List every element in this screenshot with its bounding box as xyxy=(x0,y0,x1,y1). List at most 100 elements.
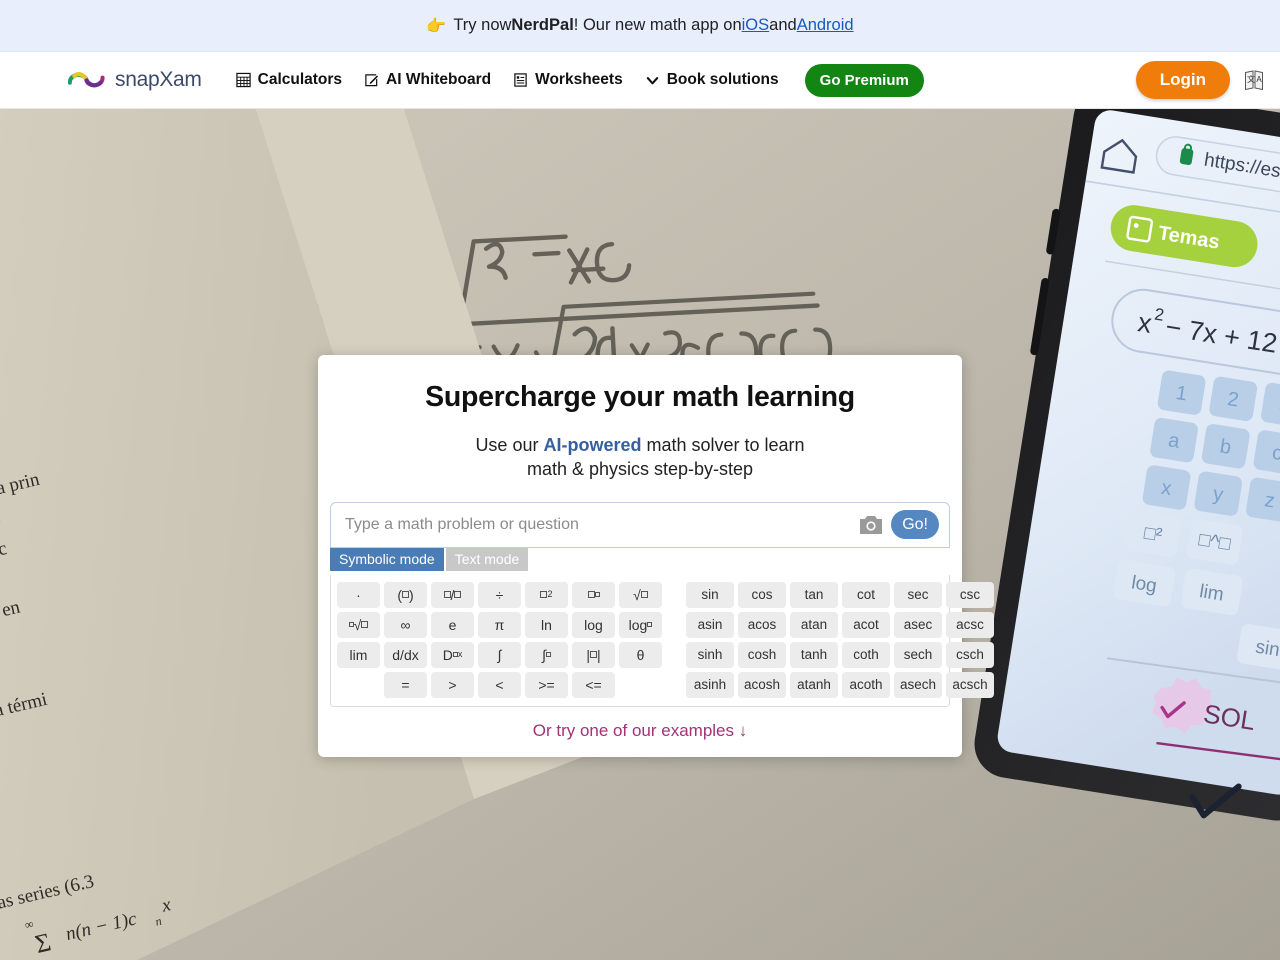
key-tanh[interactable]: tanh xyxy=(790,641,838,668)
key-square[interactable]: 2 xyxy=(525,581,568,608)
down-arrow-icon: ↓ xyxy=(738,720,748,740)
key-csch[interactable]: csch xyxy=(946,641,994,668)
key-sech[interactable]: sech xyxy=(894,641,942,668)
promo-text-before: Try now xyxy=(453,16,512,34)
brand-logo-link[interactable]: snapXam xyxy=(68,67,202,93)
nav-item-calculators[interactable]: Calculators xyxy=(235,71,342,89)
key-tan[interactable]: tan xyxy=(790,581,838,608)
key-acsch[interactable]: acsch xyxy=(946,671,994,698)
page-title: Supercharge your math learning xyxy=(425,381,855,413)
examples-link[interactable]: Or try one of our examples ↓ xyxy=(318,721,962,741)
key-cos[interactable]: cos xyxy=(738,581,786,608)
key-less-than[interactable]: < xyxy=(478,671,521,698)
promo-ios-link[interactable]: iOS xyxy=(742,16,770,35)
key-atanh[interactable]: atanh xyxy=(790,671,838,698)
translate-language-icon[interactable]: 文 A xyxy=(1244,69,1264,91)
key-sqrt[interactable]: √ xyxy=(619,581,662,608)
nav-item-worksheets[interactable]: Worksheets xyxy=(513,71,623,89)
key-fraction[interactable]: / xyxy=(431,581,474,608)
nav-right-group: Login 文 A xyxy=(1135,61,1264,99)
key-sin[interactable]: sin xyxy=(686,581,734,608)
examples-label: Or try one of our examples xyxy=(532,720,735,740)
key-nth-root[interactable]: √ xyxy=(337,611,380,638)
key-spacer xyxy=(619,672,662,698)
key-infinity[interactable]: ∞ xyxy=(384,611,427,638)
promo-brand: NerdPal xyxy=(511,16,574,34)
go-button[interactable]: Go! xyxy=(891,509,939,540)
promo-text-middle: ! Our new math app on xyxy=(573,16,742,34)
key-parentheses[interactable]: () xyxy=(384,581,427,608)
key-definite-integral[interactable]: ∫ xyxy=(525,641,568,668)
hero-section: emplo 6.6 mine la solución en s lución. … xyxy=(0,109,1280,960)
key-greater-equal[interactable]: >= xyxy=(525,671,568,698)
key-coth[interactable]: coth xyxy=(842,641,890,668)
keyboard-row: sin cos tan cot sec csc xyxy=(686,581,994,608)
chevron-down-icon xyxy=(646,77,658,85)
search-input[interactable] xyxy=(345,515,861,534)
key-less-equal[interactable]: <= xyxy=(572,671,615,698)
pencil-square-icon xyxy=(365,74,379,87)
key-lim[interactable]: lim xyxy=(337,641,380,668)
go-premium-button[interactable]: Go Premium xyxy=(804,63,924,97)
key-csc[interactable]: csc xyxy=(946,581,994,608)
key-pi[interactable]: π xyxy=(478,611,521,638)
key-log[interactable]: log xyxy=(572,611,615,638)
key-atan[interactable]: atan xyxy=(790,611,838,638)
key-asec[interactable]: asec xyxy=(894,611,942,638)
page-subtitle: Use our AI-powered math solver to learn … xyxy=(318,434,962,482)
mode-tabs: Symbolic mode Text mode xyxy=(330,547,950,571)
key-greater-than[interactable]: > xyxy=(431,671,474,698)
key-acosh[interactable]: acosh xyxy=(738,671,786,698)
key-spacer xyxy=(337,672,380,698)
tab-symbolic-mode[interactable]: Symbolic mode xyxy=(330,547,444,571)
subtitle-highlight: AI-powered xyxy=(543,435,642,455)
svg-text:lim: lim xyxy=(1198,581,1225,606)
calculator-grid-icon xyxy=(235,72,251,88)
key-cosh[interactable]: cosh xyxy=(738,641,786,668)
key-e[interactable]: e xyxy=(431,611,474,638)
key-theta[interactable]: θ xyxy=(619,641,662,668)
svg-text:log: log xyxy=(1130,572,1158,597)
key-equals[interactable]: = xyxy=(384,671,427,698)
key-acos[interactable]: acos xyxy=(738,611,786,638)
key-derivative-n[interactable]: Dx xyxy=(431,641,474,668)
svg-text:sin: sin xyxy=(1254,637,1280,662)
svg-text:A: A xyxy=(1256,75,1262,84)
nav-links: Calculators AI Whiteboard Worksheets Boo… xyxy=(235,63,924,97)
key-asech[interactable]: asech xyxy=(894,671,942,698)
promo-android-link[interactable]: Android xyxy=(797,16,854,35)
keyboard-symbols-group: · () / ÷ 2 √ √ ∞ e π ln log log lim d/dx… xyxy=(337,581,662,698)
key-acoth[interactable]: acoth xyxy=(842,671,890,698)
key-cot[interactable]: cot xyxy=(842,581,890,608)
main-navbar: snapXam Calculators AI Whiteboard Worksh… xyxy=(0,52,1280,109)
key-acsc[interactable]: acsc xyxy=(946,611,994,638)
nav-item-book-solutions[interactable]: Book solutions xyxy=(645,71,779,89)
svg-text:□²: □² xyxy=(1143,523,1164,547)
camera-icon[interactable] xyxy=(860,515,883,534)
key-acot[interactable]: acot xyxy=(842,611,890,638)
nav-item-ai-whiteboard[interactable]: AI Whiteboard xyxy=(364,71,491,89)
key-dot[interactable]: · xyxy=(337,581,380,608)
key-log-base[interactable]: log xyxy=(619,611,662,638)
key-absolute-value[interactable]: | | xyxy=(572,641,615,668)
keyboard-row: sinh cosh tanh coth sech csch xyxy=(686,641,994,668)
key-sec[interactable]: sec xyxy=(894,581,942,608)
keyboard-row: √ ∞ e π ln log log xyxy=(337,611,662,638)
login-button[interactable]: Login xyxy=(1135,61,1230,99)
key-asinh[interactable]: asinh xyxy=(686,671,734,698)
keyboard-row: · () / ÷ 2 √ xyxy=(337,581,662,608)
key-sinh[interactable]: sinh xyxy=(686,641,734,668)
key-ln[interactable]: ln xyxy=(525,611,568,638)
tab-text-mode[interactable]: Text mode xyxy=(445,547,529,571)
keyboard-row: asinh acosh atanh acoth asech acsch xyxy=(686,671,994,698)
key-power[interactable] xyxy=(572,581,615,608)
key-integral[interactable]: ∫ xyxy=(478,641,521,668)
search-bar: Go! xyxy=(330,501,950,548)
promo-banner: 👉 Try now NerdPal! Our new math app on i… xyxy=(0,0,1280,52)
nav-label-ai-whiteboard: AI Whiteboard xyxy=(386,71,492,88)
subtitle-before: Use our xyxy=(475,435,544,455)
key-ddx[interactable]: d/dx xyxy=(384,641,427,668)
key-asin[interactable]: asin xyxy=(686,611,734,638)
key-divide[interactable]: ÷ xyxy=(478,581,521,608)
keyboard-row: lim d/dx Dx ∫ ∫ | | θ xyxy=(337,641,662,668)
